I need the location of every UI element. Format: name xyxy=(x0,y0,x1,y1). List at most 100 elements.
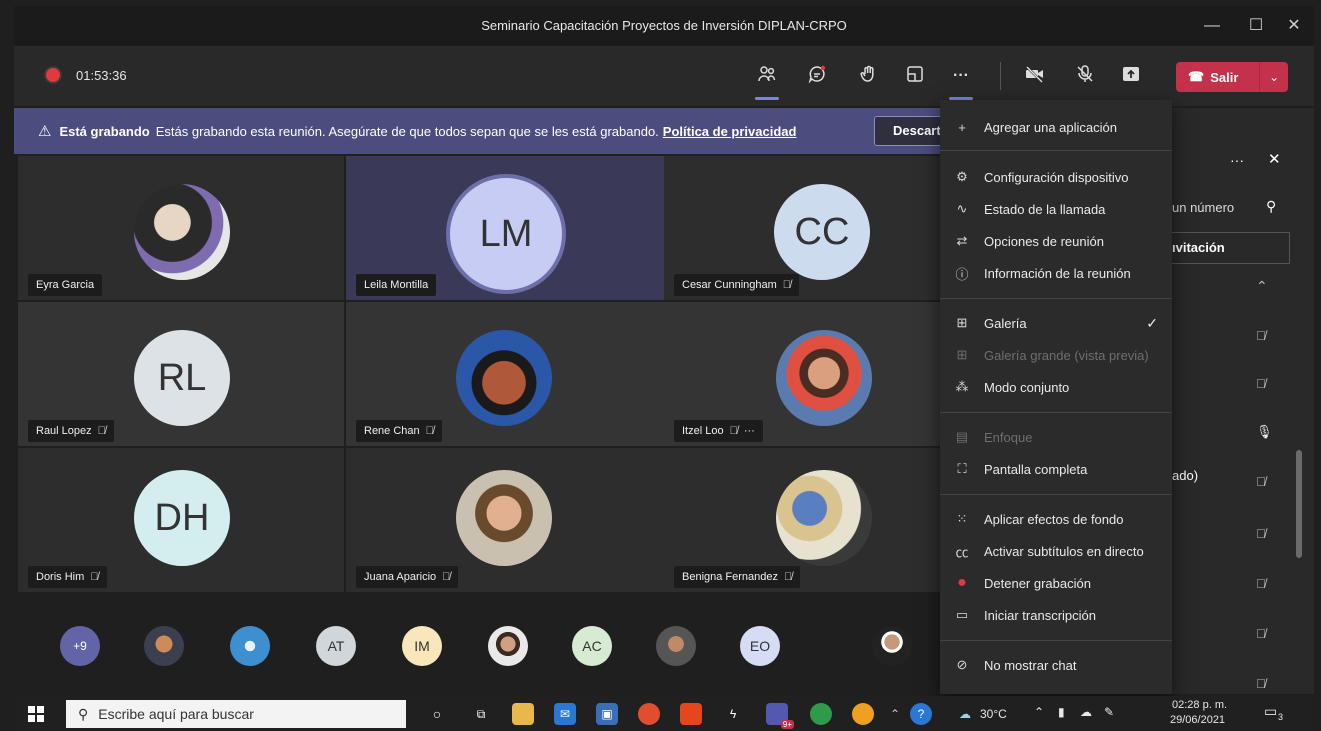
menu-item-label: Detener grabación xyxy=(984,575,1091,591)
tray-chevron-icon[interactable]: ⌃ xyxy=(888,703,902,725)
camera-toggle-button[interactable] xyxy=(1020,62,1050,90)
strip-participant-avatar[interactable]: IM xyxy=(402,626,442,666)
weather-temperature[interactable]: 30°C xyxy=(980,707,1007,721)
chevron-up-icon[interactable]: ⌃ xyxy=(1256,278,1268,295)
menu-item-live-captions[interactable]: ㏄ Activar subtítulos en directo xyxy=(940,536,1172,566)
participant-tile[interactable]: Rene Chan 🎙̸ xyxy=(346,302,672,446)
privacy-policy-link[interactable]: Política de privacidad xyxy=(663,124,797,139)
mail-icon[interactable]: ✉ xyxy=(554,703,576,725)
battery-icon[interactable]: ▮ xyxy=(1058,705,1065,719)
leave-meeting-button[interactable]: ☎ Salir ⌄ xyxy=(1176,62,1288,92)
participants-button[interactable] xyxy=(752,62,782,100)
menu-item-label: Modo conjunto xyxy=(984,379,1070,395)
menu-item-hide-chat[interactable]: ⊘ No mostrar chat xyxy=(940,650,1172,680)
strip-participant-photo[interactable] xyxy=(488,626,528,666)
menu-item-meeting-info[interactable]: ⓘ Información de la reunión xyxy=(940,258,1172,288)
network-icon[interactable]: ☁ xyxy=(1080,705,1092,719)
people-icon xyxy=(757,64,777,89)
cortana-icon[interactable]: ○ xyxy=(426,703,448,725)
participant-avatar: DH xyxy=(134,470,230,566)
hide-chat-icon: ⊘ xyxy=(956,657,968,672)
more-participants-button[interactable]: +9 xyxy=(60,626,100,666)
participant-name: Cesar Cunningham xyxy=(682,279,777,291)
menu-item-label: Configuración dispositivo xyxy=(984,169,1129,185)
menu-item-together-mode[interactable]: ⁂ Modo conjunto xyxy=(940,372,1172,402)
panel-scrollbar[interactable] xyxy=(1296,450,1302,558)
raise-hand-button[interactable] xyxy=(854,62,884,90)
whatsapp-icon[interactable] xyxy=(810,703,832,725)
menu-item-start-transcription[interactable]: ▭ Iniciar transcripción xyxy=(940,600,1172,630)
weather-icon[interactable]: ☁ xyxy=(954,703,976,725)
strip-participant-photo[interactable] xyxy=(872,626,912,666)
participant-tile[interactable]: Juana Aparicio 🎙̸ xyxy=(346,448,672,592)
task-view-icon[interactable]: ⧉ xyxy=(470,703,492,725)
strip-participant-photo[interactable] xyxy=(230,626,270,666)
clock-date[interactable]: 29/06/2021 xyxy=(1170,714,1225,726)
participant-name: Raul Lopez xyxy=(36,425,92,437)
menu-item-stop-recording[interactable]: ● Detener grabación xyxy=(940,568,1172,598)
windows-start-icon[interactable] xyxy=(28,706,44,722)
strip-participant-photo[interactable] xyxy=(144,626,184,666)
participant-status-fragment: ado) xyxy=(1172,468,1199,483)
fullscreen-icon: ⛶ xyxy=(957,461,967,476)
more-options-button[interactable]: ··· xyxy=(946,62,976,100)
maximize-button[interactable]: ☐ xyxy=(1238,12,1274,40)
help-icon[interactable]: ? xyxy=(910,703,932,725)
menu-item-background-effects[interactable]: ⁙ Aplicar efectos de fondo xyxy=(940,504,1172,534)
share-screen-button[interactable] xyxy=(1116,62,1146,90)
participant-tile[interactable]: RL Raul Lopez 🎙̸ xyxy=(18,302,344,446)
strip-participant-avatar[interactable]: AC xyxy=(572,626,612,666)
close-window-button[interactable]: ✕ xyxy=(1276,12,1312,40)
windows-taskbar: ⚲ Escribe aquí para buscar ○ ⧉ ✉ ▣ ϟ 9+ … xyxy=(14,696,1314,731)
teams-icon[interactable]: 9+ xyxy=(766,703,794,729)
participant-tile[interactable]: Eyra Garcia xyxy=(18,156,344,300)
participant-name: Rene Chan xyxy=(364,425,420,437)
menu-item-device-settings[interactable]: ⚙ Configuración dispositivo xyxy=(940,162,1172,192)
pen-icon[interactable]: ✎ xyxy=(1104,705,1114,719)
clock-time[interactable]: 02:28 p. m. xyxy=(1172,699,1227,711)
office-icon[interactable] xyxy=(680,703,702,725)
menu-item-gallery[interactable]: ⊞ Galería ✓ xyxy=(940,308,1172,338)
share-tray-icon xyxy=(1121,64,1141,89)
menu-divider xyxy=(940,412,1172,413)
search-icon[interactable]: ⚲ xyxy=(1266,198,1276,215)
minimize-button[interactable]: — xyxy=(1194,12,1230,40)
notification-center-icon[interactable]: ▭ xyxy=(1264,703,1277,720)
mic-toggle-button[interactable] xyxy=(1070,62,1100,90)
file-explorer-icon[interactable] xyxy=(512,703,534,725)
chat-button[interactable] xyxy=(802,62,832,90)
gear-icon: ⚙ xyxy=(956,169,968,184)
panel-search-placeholder[interactable]: un número xyxy=(1172,200,1234,215)
mic-off-icon: 🎙̸ xyxy=(425,425,434,437)
store-icon[interactable]: ▣ xyxy=(596,703,618,725)
menu-item-meeting-options[interactable]: ⇄ Opciones de reunión xyxy=(940,226,1172,256)
leave-options-dropdown[interactable]: ⌄ xyxy=(1260,70,1288,84)
app-bolt-icon[interactable]: ϟ xyxy=(722,703,744,725)
menu-item-call-health[interactable]: ∿ Estado de la llamada xyxy=(940,194,1172,224)
panel-close-button[interactable]: ✕ xyxy=(1268,150,1281,168)
options-icon: ⇄ xyxy=(956,233,968,248)
app-shield-icon[interactable] xyxy=(852,703,874,725)
large-gallery-icon: ⊞ xyxy=(956,347,968,362)
leave-main[interactable]: ☎ Salir xyxy=(1176,62,1259,92)
menu-item-add-app[interactable]: + Agregar una aplicación xyxy=(940,112,1172,142)
menu-item-fullscreen[interactable]: ⛶ Pantalla completa xyxy=(940,454,1172,484)
focus-icon: ▤ xyxy=(955,429,969,444)
phone-hangup-icon: ☎ xyxy=(1188,69,1205,84)
participant-more-icon[interactable]: ··· xyxy=(744,425,755,437)
tray-expand-icon[interactable]: ⌃ xyxy=(1034,705,1044,719)
breakout-rooms-button[interactable] xyxy=(900,62,930,90)
participant-tile[interactable]: LM Leila Montilla xyxy=(346,156,672,300)
taskbar-search-input[interactable]: ⚲ Escribe aquí para buscar xyxy=(66,700,406,728)
panel-more-button[interactable]: ··· xyxy=(1230,152,1244,168)
share-invitation-button[interactable]: ıvitación xyxy=(1172,232,1290,264)
strip-participant-avatar[interactable]: EO xyxy=(740,626,780,666)
chrome-icon[interactable] xyxy=(638,703,660,725)
participant-tile[interactable]: DH Doris Him 🎙̸ xyxy=(18,448,344,592)
strip-participant-avatar[interactable]: AT xyxy=(316,626,356,666)
strip-participant-photo[interactable] xyxy=(656,626,696,666)
dismiss-banner-button[interactable]: Descart xyxy=(874,116,940,146)
participant-name-tag: Benigna Fernandez 🎙̸ xyxy=(674,566,801,588)
leave-label: Salir xyxy=(1210,69,1239,85)
menu-divider xyxy=(940,640,1172,641)
